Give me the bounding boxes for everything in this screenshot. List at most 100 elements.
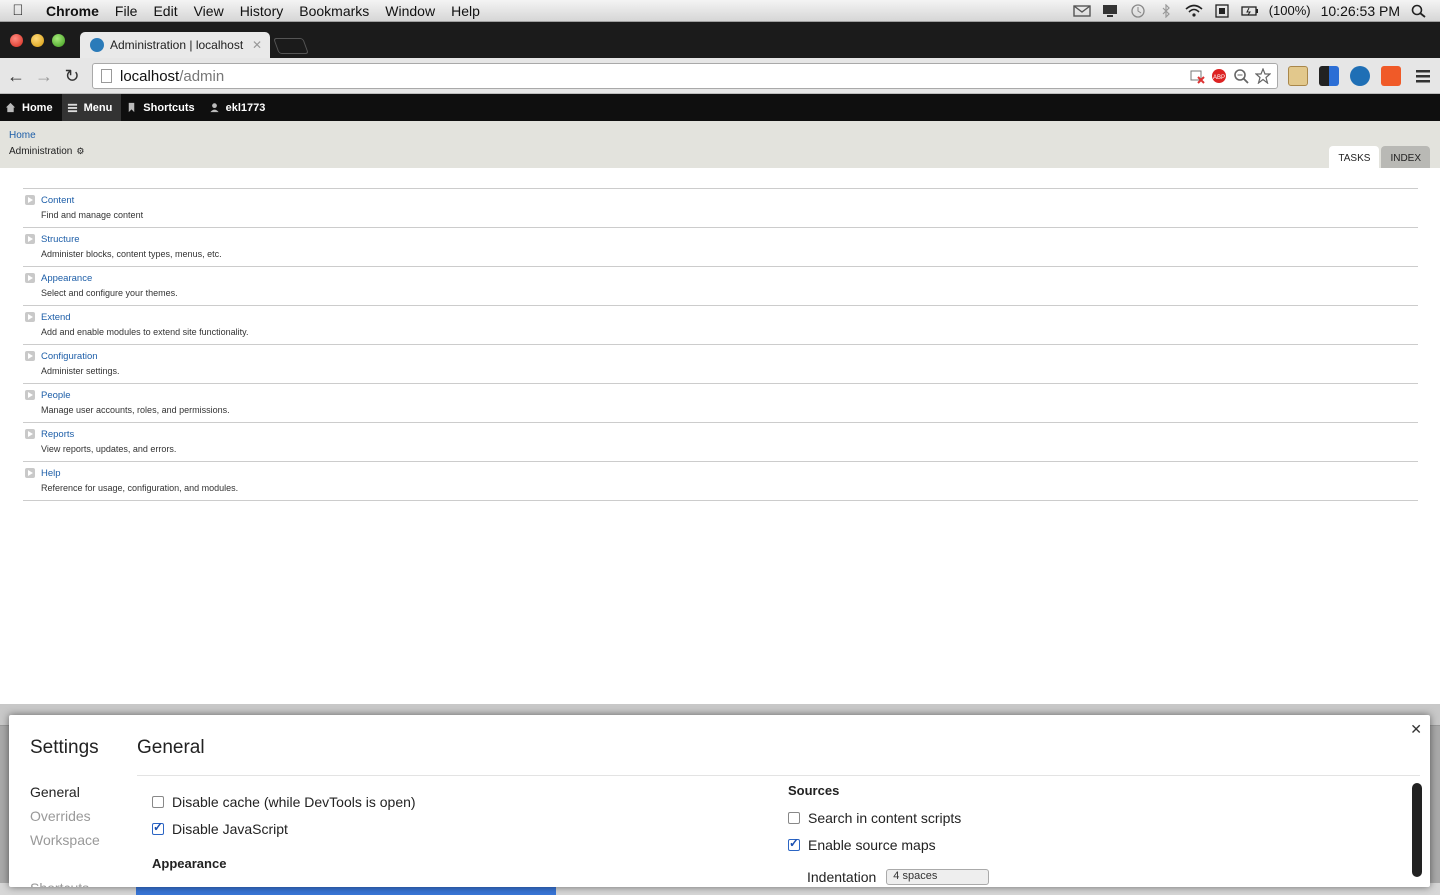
option-disable-javascript[interactable]: Disable JavaScript <box>152 820 288 837</box>
tab-tasks[interactable]: TASKS <box>1329 146 1380 168</box>
window-minimize-button[interactable] <box>31 34 44 47</box>
settings-nav-shortcuts[interactable]: Shortcuts <box>30 876 100 887</box>
expand-triangle-icon[interactable] <box>25 429 35 439</box>
extension-l-icon[interactable] <box>1288 66 1308 86</box>
drupal-admin-toolbar: Home Menu Shortcuts ekl1773 <box>0 94 1440 121</box>
reload-icon[interactable]: ↻ <box>62 66 82 86</box>
expand-triangle-icon[interactable] <box>25 234 35 244</box>
toolbar-user[interactable]: ekl1773 <box>204 94 275 121</box>
window-close-button[interactable] <box>10 34 23 47</box>
settings-section-title: General <box>137 737 205 758</box>
indentation-select[interactable]: 4 spaces <box>886 869 990 885</box>
expand-triangle-icon[interactable] <box>25 468 35 478</box>
toolbar-shortcuts[interactable]: Shortcuts <box>121 94 203 121</box>
tab-close-icon[interactable]: ✕ <box>252 38 262 52</box>
expand-triangle-icon[interactable] <box>25 195 35 205</box>
blocked-plugin-icon[interactable] <box>1189 68 1205 84</box>
indentation-setting: Indentation 4 spaces <box>807 869 990 885</box>
settings-nav-general[interactable]: General <box>30 780 100 804</box>
option-label: Disable cache (while DevTools is open) <box>172 794 416 810</box>
display-icon[interactable] <box>1101 4 1119 18</box>
admin-link-description: Administer blocks, content types, menus,… <box>41 249 222 259</box>
list-item: People Manage user accounts, roles, and … <box>23 384 1418 423</box>
search-content-scripts-checkbox[interactable] <box>788 812 800 824</box>
menu-history[interactable]: History <box>232 0 292 22</box>
mail-icon[interactable] <box>1072 4 1091 18</box>
toolbar-menu[interactable]: Menu <box>61 94 122 121</box>
disable-cache-checkbox[interactable] <box>152 796 164 808</box>
page-title-text: Administration <box>9 146 73 157</box>
admin-link-description: Manage user accounts, roles, and permiss… <box>41 405 230 415</box>
list-item: Structure Administer blocks, content typ… <box>23 228 1418 267</box>
page-icon <box>101 69 112 83</box>
new-tab-button[interactable] <box>273 38 309 54</box>
admin-link-structure[interactable]: Structure <box>41 234 80 245</box>
apple-menu-icon[interactable]:  <box>0 2 36 19</box>
settings-scrollbar[interactable] <box>1412 783 1422 877</box>
menu-window[interactable]: Window <box>377 0 443 22</box>
browser-toolbar: ← → ↻ localhost/admin ABP <box>0 58 1440 94</box>
battery-icon[interactable] <box>1241 4 1259 18</box>
menu-help[interactable]: Help <box>443 0 488 22</box>
input-source-icon[interactable] <box>1213 3 1231 18</box>
enable-source-maps-checkbox[interactable] <box>788 836 800 851</box>
zoom-icon[interactable] <box>1233 68 1249 84</box>
breadcrumb-home[interactable]: Home <box>9 130 36 141</box>
wifi-icon[interactable] <box>1185 4 1203 18</box>
tab-index[interactable]: INDEX <box>1381 146 1430 168</box>
list-item: Help Reference for usage, configuration,… <box>23 462 1418 501</box>
time-machine-icon[interactable] <box>1129 3 1147 18</box>
gear-icon[interactable]: ⚙ <box>76 146 84 156</box>
admin-link-appearance[interactable]: Appearance <box>41 273 92 284</box>
admin-link-extend[interactable]: Extend <box>41 312 71 323</box>
admin-link-configuration[interactable]: Configuration <box>41 351 98 362</box>
option-enable-source-maps[interactable]: Enable source maps <box>788 836 936 853</box>
tab-title: Administration | localhost <box>110 38 244 52</box>
expand-triangle-icon[interactable] <box>25 312 35 322</box>
close-icon[interactable]: ✕ <box>1410 721 1422 738</box>
menu-file[interactable]: File <box>107 0 146 22</box>
option-search-content-scripts[interactable]: Search in content scripts <box>788 810 961 826</box>
option-disable-cache[interactable]: Disable cache (while DevTools is open) <box>152 794 416 810</box>
admin-link-content[interactable]: Content <box>41 195 74 206</box>
admin-link-description: Add and enable modules to extend site fu… <box>41 327 249 337</box>
svg-text:ABP: ABP <box>1213 75 1225 81</box>
expand-triangle-icon[interactable] <box>25 273 35 283</box>
extension-chat-icon[interactable] <box>1350 66 1370 86</box>
forward-arrow-icon[interactable]: → <box>34 66 54 86</box>
admin-link-description: Find and manage content <box>41 210 144 220</box>
admin-link-help[interactable]: Help <box>41 468 61 479</box>
url-host: localhost <box>120 67 180 85</box>
address-bar[interactable]: localhost/admin ABP <box>92 63 1278 89</box>
list-item: Configuration Administer settings. <box>23 345 1418 384</box>
list-item: Reports View reports, updates, and error… <box>23 423 1418 462</box>
adblock-icon[interactable]: ABP <box>1211 68 1227 84</box>
back-arrow-icon[interactable]: ← <box>6 66 26 86</box>
app-menu[interactable]: Chrome <box>36 0 107 22</box>
admin-link-reports[interactable]: Reports <box>41 429 74 440</box>
bookmark-star-icon[interactable] <box>1255 68 1271 84</box>
disable-javascript-checkbox[interactable] <box>152 820 164 835</box>
menu-edit[interactable]: Edit <box>145 0 185 22</box>
expand-triangle-icon[interactable] <box>25 390 35 400</box>
bluetooth-icon[interactable] <box>1157 3 1175 18</box>
admin-link-description: Select and configure your themes. <box>41 288 178 298</box>
expand-triangle-icon[interactable] <box>25 351 35 361</box>
page-header: Home Administration ⚙ TASKS INDEX <box>0 121 1440 168</box>
toolbar-home[interactable]: Home <box>0 94 62 121</box>
menu-bookmarks[interactable]: Bookmarks <box>291 0 377 22</box>
menubar-clock[interactable]: 10:26:53 PM <box>1321 3 1400 19</box>
menu-view[interactable]: View <box>186 0 232 22</box>
extension-grid-icon[interactable] <box>1319 66 1339 86</box>
admin-link-people[interactable]: People <box>41 390 71 401</box>
spotlight-search-icon[interactable] <box>1410 4 1428 18</box>
settings-nav-overrides[interactable]: Overrides <box>30 804 100 828</box>
settings-nav-workspace[interactable]: Workspace <box>30 828 100 852</box>
extension-b-icon[interactable] <box>1381 66 1401 86</box>
chrome-menu-icon[interactable] <box>1413 66 1433 86</box>
bookmark-icon <box>129 102 135 113</box>
url-path: /admin <box>179 67 225 85</box>
browser-tab-active[interactable]: Administration | localhost ✕ <box>80 32 270 58</box>
user-icon <box>210 103 219 113</box>
window-zoom-button[interactable] <box>52 34 65 47</box>
